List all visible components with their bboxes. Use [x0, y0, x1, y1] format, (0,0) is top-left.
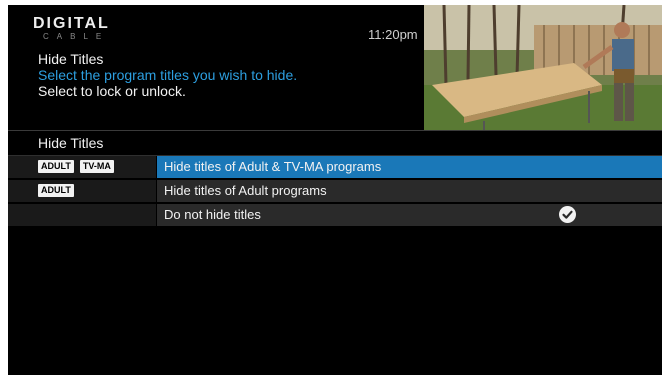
- checkmark-icon: [559, 206, 576, 223]
- logo-main-text: DIGITAL: [33, 15, 110, 32]
- section-header: Hide Titles: [8, 131, 662, 156]
- option-hide-adult[interactable]: ADULT Hide titles of Adult programs: [8, 180, 662, 202]
- option-label: Do not hide titles: [164, 207, 261, 222]
- info-title: Hide Titles: [38, 51, 104, 67]
- clock: 11:20pm: [368, 27, 418, 42]
- video-frame: [424, 5, 662, 131]
- option-label-cell[interactable]: Do not hide titles: [157, 204, 662, 226]
- tv-screen: DIGITAL CABLE 11:20pm Hide Titles Select…: [8, 5, 662, 375]
- option-hide-adult-tvma[interactable]: ADULT TV-MA Hide titles of Adult & TV-MA…: [8, 156, 662, 178]
- option-label: Hide titles of Adult & TV-MA programs: [164, 159, 382, 174]
- section-title: Hide Titles: [38, 135, 104, 151]
- rating-badges: ADULT: [38, 184, 74, 197]
- option-label: Hide titles of Adult programs: [164, 183, 327, 198]
- rating-badges-cell: [8, 204, 156, 226]
- rating-badges: ADULT TV-MA: [38, 160, 114, 173]
- rating-badge-adult: ADULT: [38, 160, 74, 173]
- digital-cable-logo: DIGITAL CABLE: [33, 16, 143, 46]
- info-instruction: Select the program titles you wish to hi…: [38, 67, 298, 83]
- rating-badges-cell: ADULT TV-MA: [8, 156, 156, 178]
- rating-badge-tvma: TV-MA: [79, 160, 114, 173]
- option-label-cell[interactable]: Hide titles of Adult programs: [157, 180, 662, 202]
- info-panel: Hide Titles Select the program titles yo…: [38, 51, 297, 99]
- rating-badges-cell: ADULT: [8, 180, 156, 202]
- option-do-not-hide[interactable]: Do not hide titles: [8, 204, 662, 226]
- option-label-cell[interactable]: Hide titles of Adult & TV-MA programs: [157, 156, 662, 178]
- rating-badge-adult: ADULT: [38, 184, 74, 197]
- logo-sub-text: CABLE: [43, 32, 110, 41]
- info-hint: Select to lock or unlock.: [38, 83, 186, 99]
- live-video-preview: [424, 5, 662, 131]
